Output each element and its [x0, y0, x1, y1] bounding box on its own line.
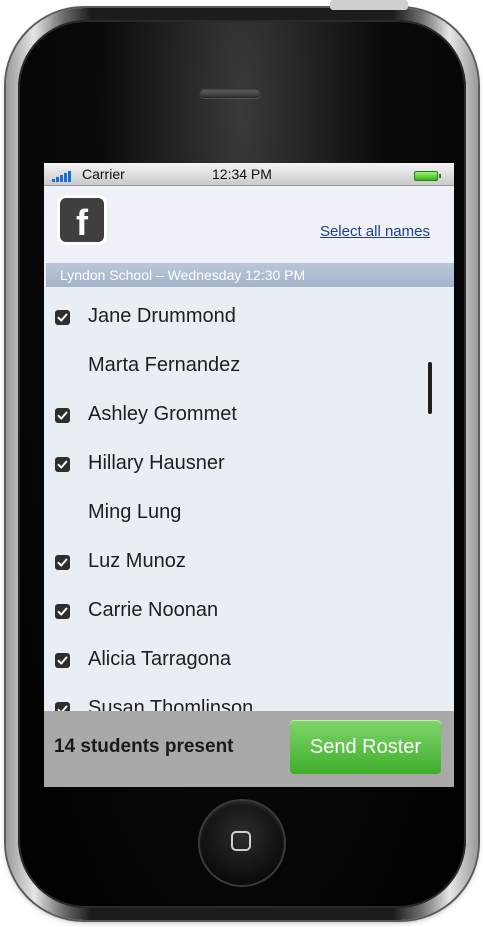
- student-name: Ming Lung: [88, 501, 182, 523]
- checkmark-icon[interactable]: [55, 604, 70, 619]
- student-row[interactable]: Hillary Hausner: [44, 434, 424, 482]
- student-row[interactable]: Marta Fernandez: [44, 336, 424, 384]
- checkmark-icon[interactable]: [55, 408, 70, 423]
- send-roster-button[interactable]: Send Roster: [290, 720, 441, 774]
- signal-bars-icon: [52, 170, 76, 182]
- app-header: f Select all names: [44, 186, 454, 263]
- home-square-icon: [231, 831, 251, 851]
- student-row[interactable]: Alicia Tarragona: [44, 630, 424, 678]
- student-name: Susan Thomlinson: [88, 697, 254, 711]
- scrollbar[interactable]: [428, 362, 432, 414]
- facebook-icon[interactable]: f: [60, 198, 104, 243]
- checkmark-icon[interactable]: [55, 310, 70, 325]
- student-name: Marta Fernandez: [88, 354, 241, 376]
- checkmark-icon[interactable]: [55, 702, 70, 711]
- student-name: Carrie Noonan: [88, 599, 219, 621]
- battery-icon: [414, 171, 441, 181]
- checkmark-icon[interactable]: [55, 457, 70, 472]
- student-row[interactable]: Ming Lung: [44, 483, 424, 531]
- earpiece-speaker: [199, 88, 261, 98]
- present-count: 14 students present: [54, 736, 234, 757]
- class-session-subheader: Lyndon School – Wednesday 12:30 PM: [46, 263, 454, 287]
- student-row[interactable]: Ashley Grommet: [44, 385, 424, 433]
- student-name: Hillary Hausner: [88, 452, 225, 474]
- student-name: Luz Munoz: [88, 550, 186, 572]
- checkmark-icon[interactable]: [55, 555, 70, 570]
- student-name: Ashley Grommet: [88, 403, 237, 425]
- footer-bar: 14 students present Send Roster: [44, 711, 454, 787]
- screen: Carrier 12:34 PM f Select all names Lynd…: [44, 163, 454, 787]
- carrier-name: Carrier: [82, 166, 125, 182]
- student-name: Jane Drummond: [88, 305, 236, 327]
- student-row[interactable]: Susan Thomlinson: [44, 679, 424, 711]
- status-time: 12:34 PM: [212, 166, 272, 182]
- select-all-link[interactable]: Select all names: [320, 223, 430, 240]
- sleep-button[interactable]: [330, 0, 408, 10]
- student-row[interactable]: Carrie Noonan: [44, 581, 424, 629]
- checkmark-icon[interactable]: [55, 653, 70, 668]
- student-row[interactable]: Jane Drummond: [44, 287, 424, 335]
- status-bar: Carrier 12:34 PM: [44, 163, 454, 186]
- student-row[interactable]: Luz Munoz: [44, 532, 424, 580]
- student-name: Alicia Tarragona: [88, 648, 232, 670]
- student-list[interactable]: Jane Drummond Marta Fernandez Ashley Gromm…: [44, 287, 454, 711]
